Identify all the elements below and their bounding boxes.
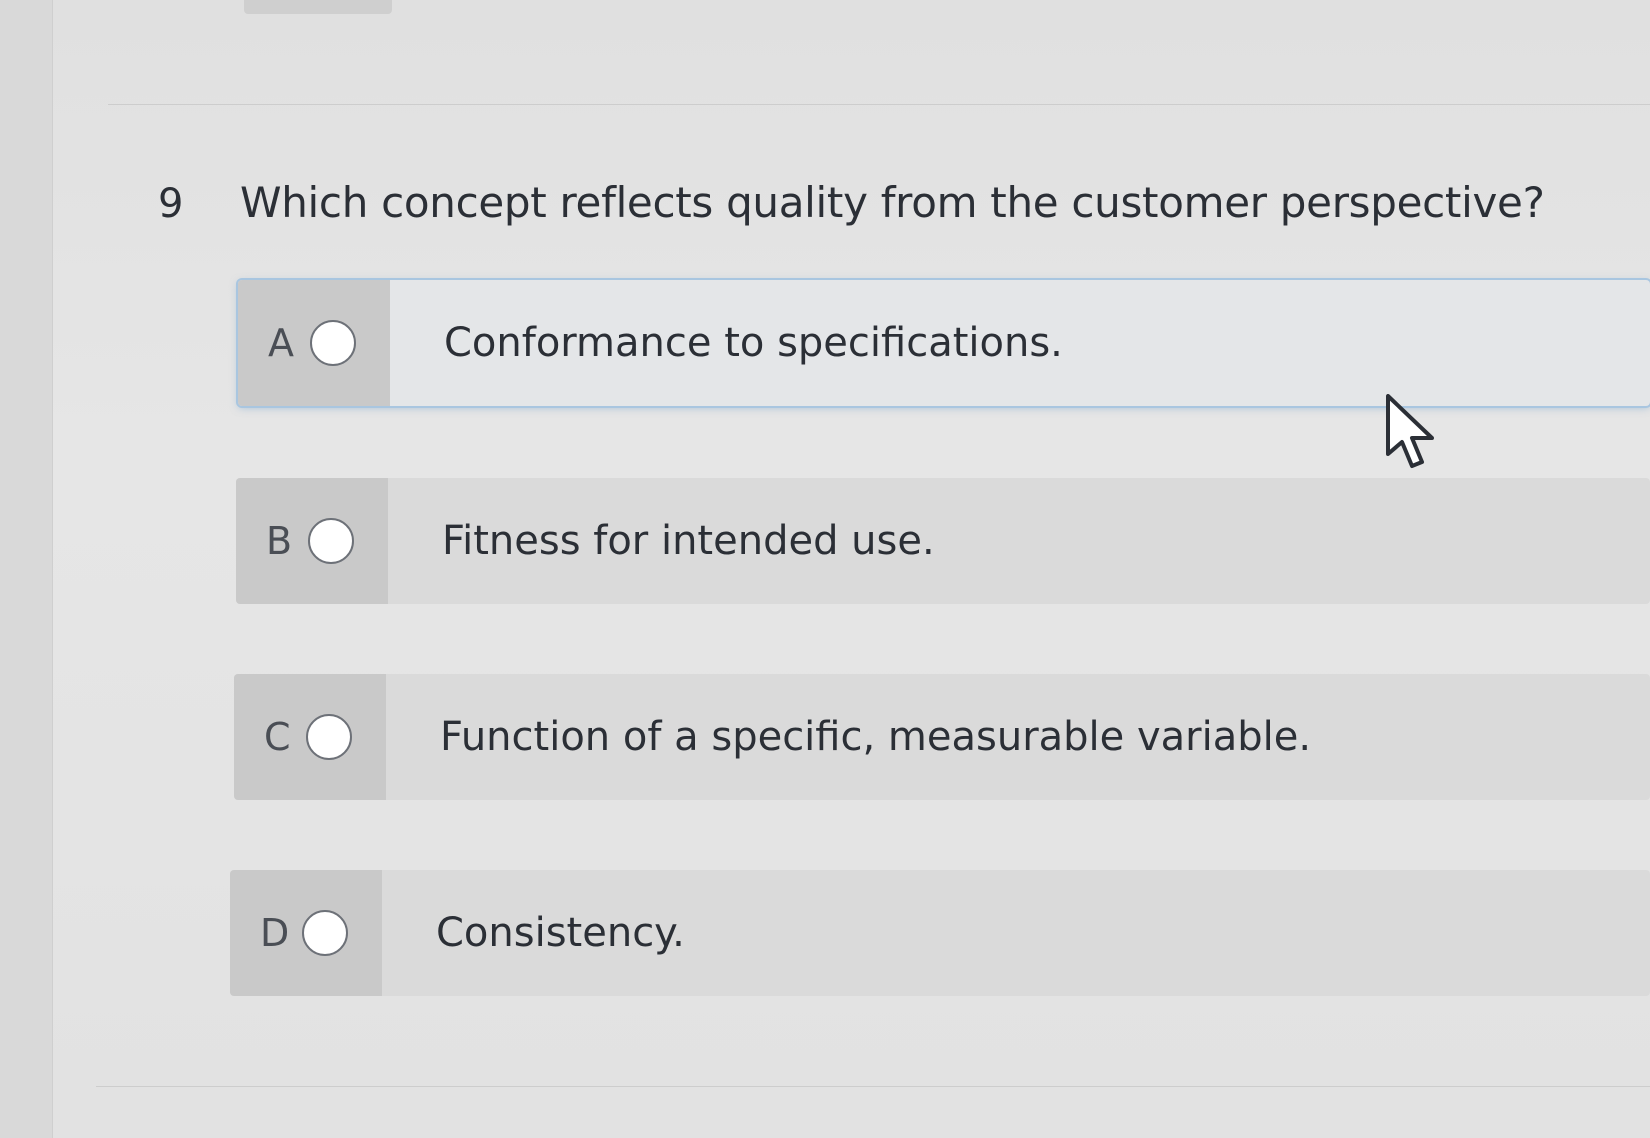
question-text: Which concept reflects quality from the … — [240, 178, 1545, 227]
mouse-pointer-icon — [1386, 394, 1434, 468]
radio-button-icon[interactable] — [310, 320, 356, 366]
option-c[interactable]: C Function of a specific, measurable var… — [234, 674, 1650, 800]
option-letter: C — [264, 715, 291, 759]
option-c-head[interactable]: C — [234, 674, 386, 800]
option-d[interactable]: D Consistency. — [230, 870, 1650, 996]
option-a[interactable]: A Conformance to specifications. — [238, 280, 1650, 406]
option-d-text[interactable]: Consistency. — [382, 870, 685, 996]
option-b[interactable]: B Fitness for intended use. — [236, 478, 1650, 604]
option-b-head[interactable]: B — [236, 478, 388, 604]
option-c-text[interactable]: Function of a specific, measurable varia… — [386, 674, 1311, 800]
option-d-head[interactable]: D — [230, 870, 382, 996]
radio-button-icon[interactable] — [306, 714, 352, 760]
option-letter: B — [266, 519, 293, 563]
option-b-text[interactable]: Fitness for intended use. — [388, 478, 935, 604]
option-letter: A — [268, 321, 294, 365]
divider — [96, 1086, 1650, 1087]
question-number: 9 — [158, 181, 184, 227]
option-a-head[interactable]: A — [238, 280, 390, 406]
left-gutter — [0, 0, 53, 1138]
top-tab[interactable] — [244, 0, 392, 14]
quiz-screen: 9 Which concept reflects quality from th… — [0, 0, 1650, 1138]
question-header: 9 Which concept reflects quality from th… — [158, 178, 1545, 227]
option-letter: D — [260, 911, 290, 955]
radio-button-icon[interactable] — [308, 518, 354, 564]
radio-button-icon[interactable] — [302, 910, 348, 956]
option-a-text[interactable]: Conformance to specifications. — [390, 280, 1063, 406]
divider — [108, 104, 1650, 105]
